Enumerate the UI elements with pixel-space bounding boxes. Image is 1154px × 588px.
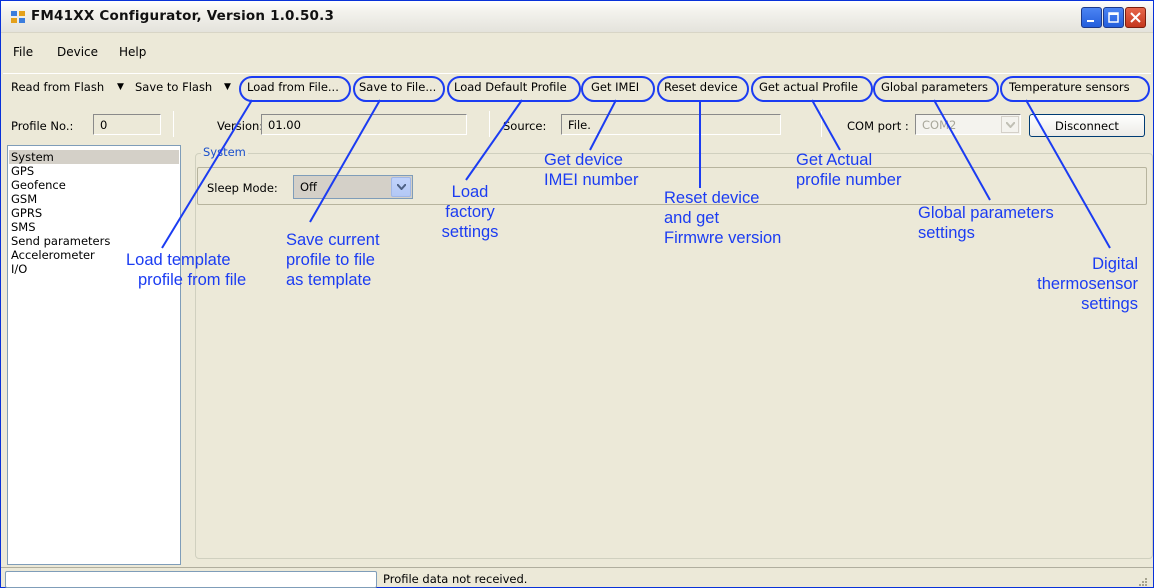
annotation-line-global-params [933,99,991,201]
annotation-global-params: Global parameters settings [918,203,1054,243]
annotation-line-1: Load [451,183,489,201]
annotation-get-actual: Get Actual profile number [796,150,901,190]
annotation-line-save-current [309,99,381,223]
annotation-line-2: factory [445,203,495,221]
annotation-line-load-factory [465,99,523,181]
annotation-line-2: thermosensor [1037,275,1138,293]
annotation-line-1: Load template [126,251,231,269]
annotation-load-factory: Load factory settings [438,182,502,242]
annotation-line-3: settings [441,223,499,241]
annotation-line-3: Firmwre version [664,229,782,247]
annotation-get-imei: Get device IMEI number [544,150,638,190]
annotation-line-3: as template [286,271,372,289]
annotation-line-1: Get Actual [796,151,873,169]
annotation-line-2: profile number [796,171,902,189]
annotation-save-current: Save current profile to file as template [286,230,380,290]
annotation-line-1: Get device [544,151,623,169]
annotation-line-1: Global parameters [918,204,1054,222]
annotation-line-2: and get [664,209,720,227]
annotation-load-template: Load template profile from file [126,250,246,290]
annotation-line-1: Digital [1092,255,1138,273]
annotation-thermo: Digital thermosensor settings [1032,254,1138,314]
annotation-line-2: profile to file [286,251,375,269]
annotation-reset-device: Reset device and get Firmwre version [664,188,781,248]
annotation-line-get-imei [589,99,617,151]
annotation-line-2: settings [918,224,975,242]
annotation-line-1: Save current [286,231,380,249]
annotation-line-load-template [161,99,253,249]
annotation-line-2: profile from file [138,271,247,289]
annotation-line-2: IMEI number [544,171,639,189]
annotation-line-3: settings [1081,295,1138,313]
annotation-line-1: Reset device [664,189,760,207]
annotation-lines [161,99,1111,249]
annotation-line-get-actual [811,99,841,151]
